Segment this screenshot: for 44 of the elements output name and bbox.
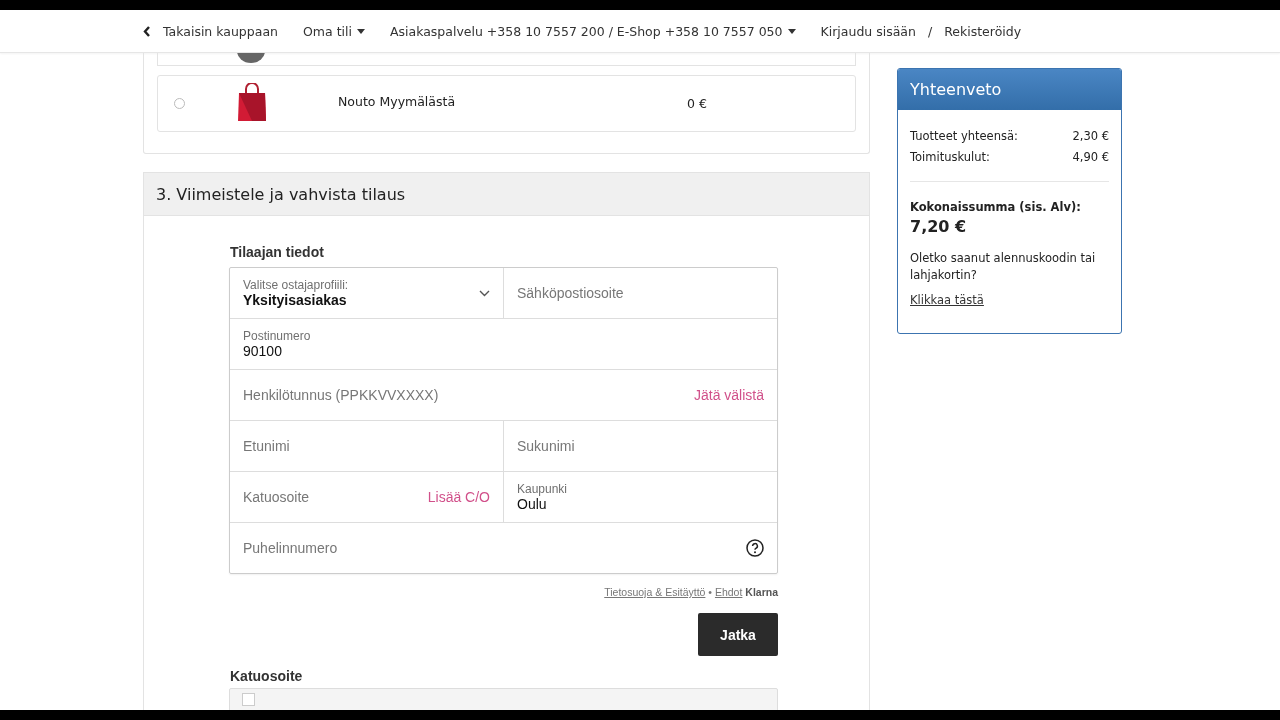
inline-link[interactable]: Lisää C/O (427, 489, 490, 505)
form-title: Tilaajan tiedot (230, 244, 325, 260)
input-field[interactable]: Katuosoite (243, 489, 428, 505)
login-link[interactable]: Kirjaudu sisään (820, 23, 916, 39)
separator: / (927, 23, 933, 39)
terms-link[interactable]: Ehdot (714, 586, 743, 598)
profile-select[interactable]: Valitse ostajaprofiili: Yksityisasiakas (230, 268, 503, 318)
chevron-down-icon (479, 289, 490, 297)
promo-link[interactable]: Klikkaa tästä (910, 293, 984, 307)
section-heading: Katuosoite (230, 668, 304, 684)
inline-link[interactable]: Jätä välistä (693, 387, 764, 403)
privacy-link[interactable]: Tietosuoja & Esitäyttö (604, 586, 706, 598)
total-label: Kokonaissumma (sis. Alv): (910, 200, 1082, 214)
chevron-left-icon (143, 25, 151, 37)
continue-button[interactable]: Jatka (698, 613, 778, 656)
input-field[interactable]: Postinumero 90100 (230, 319, 777, 369)
summary-label: Tuotteet yhteensä: (910, 128, 1018, 145)
input-field[interactable]: Kaupunki Oulu (503, 472, 777, 522)
register-link[interactable]: Rekisteröidy (944, 23, 1022, 39)
summary-label: Toimituskulut: (910, 149, 990, 166)
input-field[interactable]: Etunimi (243, 438, 490, 454)
menu-dropdown[interactable]: Asiakaspalvelu +358 10 7557 200 / E-Shop +358 10 7557 050 (389, 23, 796, 39)
shopping-bag-icon (238, 83, 266, 121)
input-field[interactable]: Sukunimi (517, 438, 764, 454)
input-field[interactable]: Sähköpostiosoite (517, 285, 764, 301)
option-name: Nouto Myymälästä (338, 94, 457, 109)
back-link[interactable]: Takaisin kauppaan (143, 23, 278, 39)
promo-text: Oletko saanut alennuskoodin tai lahjakortin? (910, 250, 1097, 284)
menu-dropdown[interactable]: Oma tili (303, 23, 365, 39)
summary-value: 2,30 € (1072, 128, 1109, 145)
help-icon[interactable] (746, 539, 764, 557)
total-value: 7,20 € (910, 217, 968, 236)
panel-header: Yhteenveto (898, 69, 1121, 110)
brand-label: Klarna (745, 586, 778, 598)
separator: • (708, 586, 712, 598)
input-field[interactable]: Puhelinnumero (243, 540, 746, 556)
caret-icon (787, 28, 796, 34)
section-header: 3. Viimeistele ja vahvista tilaus (144, 173, 869, 216)
input-field[interactable]: Henkilötunnus (PPKKVVXXXX) (243, 387, 694, 403)
caret-icon (356, 28, 365, 34)
checkbox[interactable] (242, 693, 255, 706)
option-price: 0 € (687, 96, 707, 111)
summary-value: 4,90 € (1072, 149, 1109, 166)
shipping-option[interactable]: Nouto Myymälästä 0 € (157, 75, 856, 132)
